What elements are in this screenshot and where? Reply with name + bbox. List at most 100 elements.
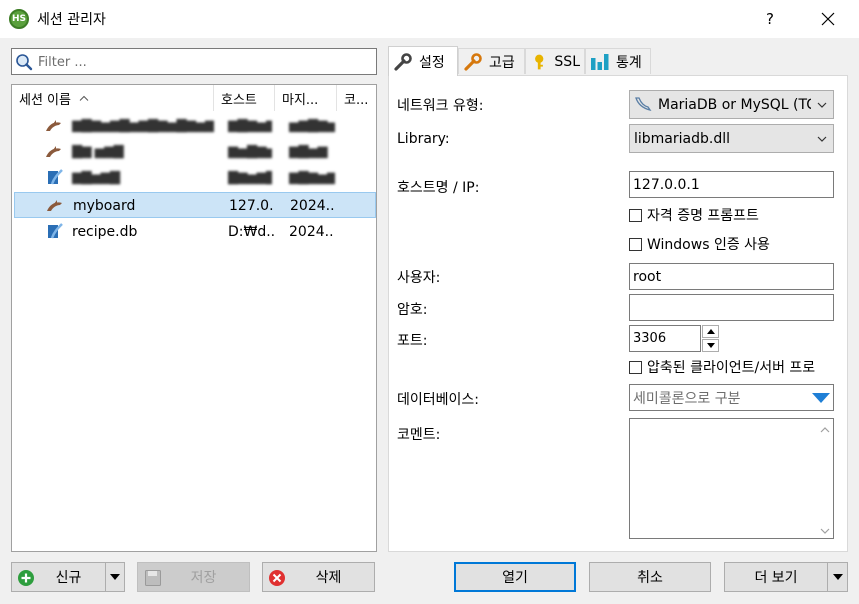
column-header-name[interactable]: 세션 이름 — [12, 85, 214, 111]
column-header-host[interactable]: 호스트 — [214, 85, 275, 111]
tab-settings[interactable]: 설정 — [388, 46, 458, 76]
session-last: ▆▇▅▆ — [289, 144, 328, 159]
caret-down-icon — [110, 574, 120, 580]
tab-ssl-label: SSL — [554, 53, 580, 70]
settings-tabs: 설정 고급 SSL 통계 — [388, 46, 848, 76]
prompt-credentials-checkbox[interactable]: 자격 증명 프롬프트 — [629, 206, 834, 224]
chevron-down-icon — [817, 102, 827, 108]
cancel-button[interactable]: 취소 — [589, 562, 711, 592]
open-button[interactable]: 열기 — [454, 562, 576, 592]
plus-circle-icon — [18, 570, 34, 586]
new-session-button[interactable]: 신규 — [11, 562, 106, 592]
session-list[interactable]: 세션 이름 호스트 마지... 코... ▆▇▆▅▆▇▅▆▇▆▅▇▆▅▆▇▆▅ … — [11, 84, 377, 552]
session-host: ▆▇▆▅▆ — [228, 118, 272, 133]
session-name: ▆▇▅▆▇ — [72, 170, 120, 185]
session-host: 127.0... — [229, 198, 275, 214]
column-header-name-label: 세션 이름 — [19, 92, 71, 108]
host-input[interactable]: 127.0.0.1 — [629, 171, 834, 198]
tab-advanced[interactable]: 고급 — [458, 48, 525, 74]
sort-ascending-icon — [79, 95, 89, 101]
dolphin-icon — [47, 200, 62, 211]
host-label: 호스트명 / IP: — [397, 180, 480, 196]
session-last: ▅▆▇▆▅ — [289, 118, 335, 133]
table-row[interactable]: ▆▇▆▅▆▇▅▆▇▆▅▇▆▅▆▇▆▅ ▆▇▆▅▆ ▅▆▇▆▅ — [14, 113, 376, 139]
checkbox-box — [629, 360, 642, 374]
wrench-icon — [394, 52, 412, 71]
triangle-down-icon — [812, 392, 830, 403]
session-host: ▆▅▇▆▅ — [228, 144, 272, 159]
session-name: myboard — [73, 198, 136, 214]
database-select[interactable]: 세미콜론으로 구분 — [629, 384, 834, 411]
session-name: recipe.db — [72, 224, 138, 240]
tab-ssl[interactable]: SSL — [525, 48, 585, 74]
title-bar: HS 세션 관리자 ? — [0, 0, 859, 38]
new-session-dropdown[interactable] — [105, 562, 125, 592]
windows-auth-checkbox[interactable]: Windows 인증 사용 — [629, 235, 834, 253]
session-host: ▇▆▅▆▇ — [228, 170, 272, 185]
save-label: 저장 — [190, 570, 217, 586]
table-row[interactable]: ▇▆ ▅▆▇ ▆▅▇▆▅ ▆▇▅▆ — [14, 139, 376, 165]
tab-settings-label: 설정 — [419, 54, 445, 71]
port-input[interactable]: 3306 — [629, 325, 701, 352]
column-header-comment[interactable]: 코... — [337, 85, 376, 111]
scroll-up-icon — [820, 427, 830, 433]
save-button[interactable]: 저장 — [137, 562, 250, 592]
table-row[interactable]: ▆▇▅▆▇ ▇▆▅▆▇ ▆▇▆▅▆ — [14, 165, 376, 191]
windows-auth-label: Windows 인증 사용 — [647, 237, 770, 253]
checkbox-box — [629, 237, 642, 251]
close-icon — [821, 12, 835, 26]
more-dropdown[interactable] — [827, 562, 848, 592]
column-header-last[interactable]: 마지... — [275, 85, 337, 111]
user-input[interactable]: root — [629, 263, 834, 290]
filter-input[interactable] — [36, 52, 375, 73]
chevron-down-icon — [817, 136, 827, 142]
caret-down-icon — [706, 343, 715, 348]
table-row[interactable]: recipe.db D:₩d... 2024... — [14, 219, 376, 245]
delete-label: 삭제 — [315, 570, 342, 586]
session-host: D:₩d... — [228, 224, 274, 240]
password-label: 암호: — [397, 302, 428, 318]
session-name: ▆▇▆▅▆▇▅▆▇▆▅▇▆▅▆▇▆▅ — [72, 118, 214, 133]
tab-statistics[interactable]: 통계 — [585, 48, 651, 74]
library-select[interactable]: libmariadb.dll — [629, 124, 834, 153]
delete-circle-icon — [269, 570, 285, 586]
key-icon — [535, 54, 544, 69]
filter-field[interactable] — [11, 48, 377, 75]
session-last: ▆▇▆▅▆ — [289, 170, 335, 185]
table-row[interactable]: myboard 127.0... 2024... — [14, 192, 376, 218]
column-header-last-label: 마지... — [282, 92, 319, 108]
wrench-orange-icon — [464, 52, 482, 71]
dolphin-icon — [46, 120, 61, 131]
help-button[interactable]: ? — [752, 4, 788, 34]
port-decrement-button[interactable] — [702, 339, 719, 352]
tab-advanced-label: 고급 — [489, 54, 515, 71]
network-type-value: MariaDB or MySQL (TC — [658, 96, 811, 113]
port-stepper[interactable] — [702, 325, 719, 352]
delete-button[interactable]: 삭제 — [262, 562, 375, 592]
network-type-label: 네트워크 유형: — [397, 98, 484, 114]
library-value: libmariadb.dll — [634, 130, 730, 147]
floppy-disk-icon — [145, 570, 161, 586]
dolphin-icon — [635, 97, 652, 112]
bar-chart-icon — [591, 53, 609, 70]
column-header-host-label: 호스트 — [221, 92, 257, 108]
comment-scrollbar[interactable] — [817, 421, 833, 538]
caret-up-icon — [706, 329, 715, 334]
port-label: 포트: — [397, 333, 428, 349]
password-input[interactable] — [629, 294, 834, 321]
comment-textarea[interactable] — [629, 418, 834, 539]
network-type-select[interactable]: MariaDB or MySQL (TC — [629, 90, 834, 119]
caret-down-icon — [832, 574, 843, 580]
close-button[interactable] — [808, 4, 848, 34]
compressed-protocol-label: 압축된 클라이언트/서버 프로 — [647, 360, 816, 376]
library-label: Library: — [397, 131, 450, 147]
port-increment-button[interactable] — [702, 325, 719, 338]
session-name: ▇▆ ▅▆▇ — [72, 144, 124, 159]
more-button[interactable]: 더 보기 — [724, 562, 828, 592]
compressed-protocol-checkbox[interactable]: 압축된 클라이언트/서버 프로 — [629, 358, 835, 376]
session-last: 2024... — [290, 198, 336, 214]
checkbox-box — [629, 208, 642, 222]
user-label: 사용자: — [397, 270, 441, 286]
search-icon — [16, 54, 33, 71]
prompt-credentials-label: 자격 증명 프롬프트 — [647, 208, 759, 224]
